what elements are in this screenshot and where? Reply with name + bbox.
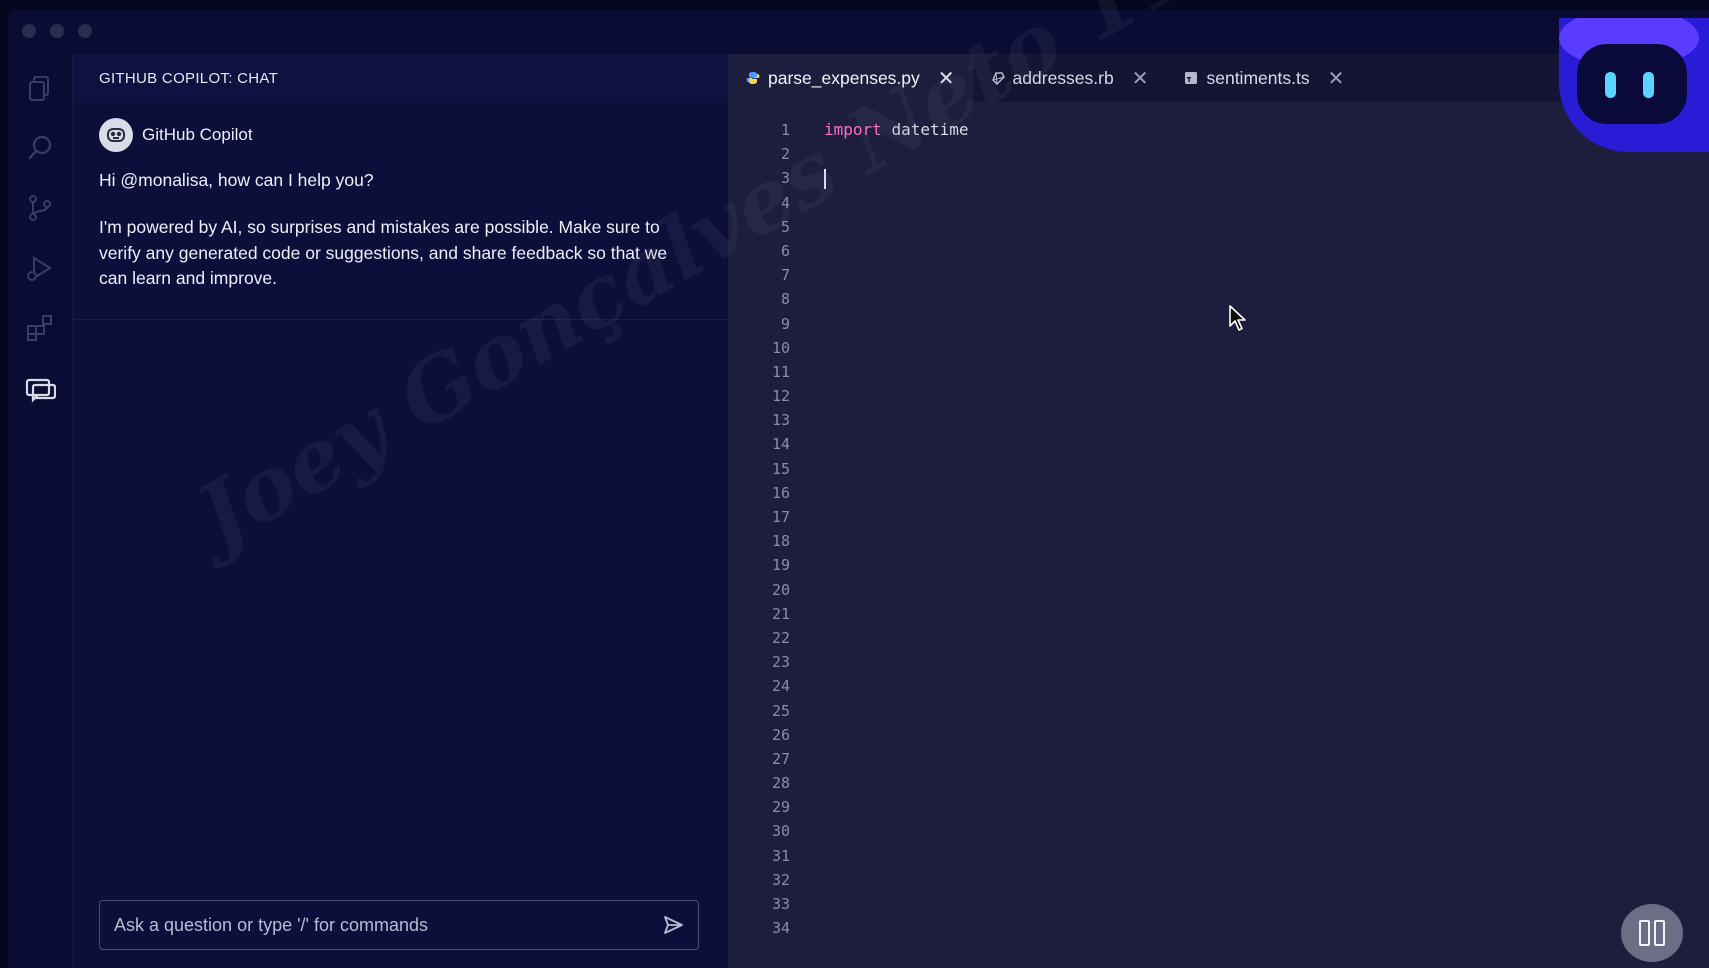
chat-panel: GITHUB COPILOT: CHAT GitHub Copilot Hi @… — [72, 54, 728, 968]
tab-label: sentiments.ts — [1206, 67, 1310, 88]
line-number: 34 — [771, 919, 790, 938]
chat-welcome-message: GitHub Copilot Hi @monalisa, how can I h… — [73, 102, 728, 320]
line-number: 15 — [771, 459, 790, 478]
text-caret — [824, 168, 826, 189]
message-author: GitHub Copilot — [99, 118, 702, 152]
line-number: 3 — [780, 169, 790, 188]
ruby-file-icon — [991, 72, 1005, 85]
line-number: 20 — [771, 580, 790, 599]
tab-parse-expenses[interactable]: parse_expenses.py ✕ — [728, 54, 973, 102]
chat-panel-title: GITHUB COPILOT: CHAT — [73, 54, 728, 102]
line-number: 8 — [780, 290, 790, 309]
run-debug-icon[interactable] — [24, 252, 56, 284]
tab-sentiments[interactable]: sentiments.ts ✕ — [1166, 54, 1363, 102]
mouse-pointer-icon — [1229, 305, 1246, 331]
line-number: 7 — [780, 266, 790, 285]
line-number: 23 — [771, 653, 790, 672]
line-number: 24 — [771, 677, 790, 696]
activity-bar — [8, 54, 72, 968]
chat-icon[interactable] — [24, 374, 57, 406]
author-name: GitHub Copilot — [142, 125, 253, 144]
send-icon[interactable] — [660, 912, 686, 938]
close-window-button[interactable] — [22, 24, 36, 38]
line-number: 16 — [771, 483, 790, 502]
code-editor[interactable]: 1 2 3 4 5 6 7 8 9 10 11 12 13 14 15 16 17 18 19 20 21 22 23 24 2… — [728, 102, 1709, 968]
line-number: 28 — [771, 774, 790, 793]
line-number: 22 — [771, 628, 790, 647]
line-number: 1 — [780, 121, 790, 139]
line-number: 18 — [771, 532, 790, 551]
line-number: 21 — [771, 604, 790, 623]
line-number: 29 — [771, 798, 790, 817]
tab-addresses[interactable]: addresses.rb ✕ — [972, 54, 1167, 102]
close-icon[interactable]: ✕ — [1132, 66, 1149, 91]
line-number: 17 — [771, 508, 790, 526]
chat-input[interactable] — [112, 913, 660, 937]
line-number: 14 — [771, 435, 790, 454]
window-controls — [22, 24, 92, 38]
typescript-file-icon — [1185, 72, 1198, 84]
line-number: 13 — [771, 411, 790, 430]
copilot-mascot-icon — [1559, 18, 1709, 152]
editor-area: parse_expenses.py ✕ addresses.rb ✕ senti… — [728, 54, 1709, 968]
tab-label: addresses.rb — [1012, 67, 1114, 88]
line-number: 5 — [780, 217, 790, 236]
minimize-window-button[interactable] — [50, 24, 64, 38]
python-file-icon — [746, 72, 760, 84]
extensions-icon[interactable] — [24, 312, 56, 344]
line-number: 32 — [771, 870, 790, 889]
title-bar — [8, 10, 1709, 54]
close-icon[interactable]: ✕ — [1328, 66, 1345, 91]
line-number: 10 — [771, 338, 790, 357]
line-number: 11 — [771, 362, 790, 381]
code-line-2[interactable] — [824, 142, 1709, 166]
pause-icon — [1639, 920, 1650, 946]
line-number: 25 — [771, 701, 790, 720]
line-number: 6 — [780, 241, 790, 260]
line-number: 27 — [771, 749, 790, 768]
line-number: 31 — [771, 846, 790, 865]
line-number: 33 — [771, 895, 790, 913]
vscode-window: GITHUB COPILOT: CHAT GitHub Copilot Hi @… — [8, 10, 1709, 968]
code-line-3[interactable] — [824, 166, 1709, 190]
close-icon[interactable]: ✕ — [938, 66, 955, 91]
chat-input-box — [99, 900, 699, 950]
line-number: 19 — [771, 556, 790, 575]
line-number: 30 — [771, 822, 790, 841]
line-number: 9 — [780, 314, 790, 333]
greeting-text: Hi @monalisa, how can I help you? — [99, 170, 374, 190]
line-number-gutter: 1 2 3 4 5 6 7 8 9 10 11 12 13 14 15 16 17 18 19 20 21 22 23 24 2… — [728, 118, 790, 940]
pause-icon — [1654, 920, 1665, 946]
line-number: 26 — [771, 725, 790, 744]
search-icon[interactable] — [24, 132, 56, 164]
maximize-window-button[interactable] — [78, 24, 92, 38]
files-icon[interactable] — [24, 72, 56, 104]
line-number: 2 — [780, 145, 790, 164]
ai-disclaimer-text: I'm powered by AI, so surprises and mist… — [99, 217, 668, 288]
line-number: 12 — [771, 387, 790, 406]
copilot-avatar-icon — [99, 118, 133, 152]
tab-label: parse_expenses.py — [768, 67, 920, 88]
line-number: 4 — [780, 193, 790, 212]
source-control-icon[interactable] — [24, 192, 56, 224]
keyword-token: import — [824, 120, 882, 139]
pause-button[interactable] — [1621, 904, 1683, 962]
module-token: datetime — [891, 120, 969, 139]
